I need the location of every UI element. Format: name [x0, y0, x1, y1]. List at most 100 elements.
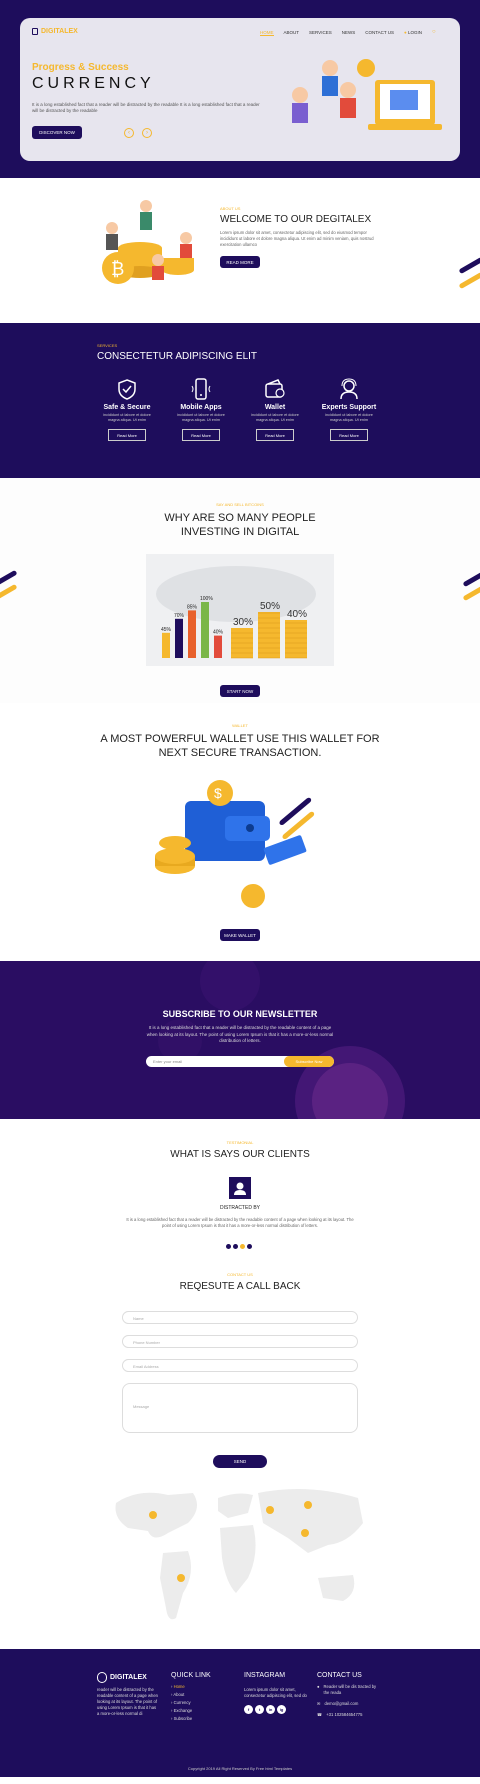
service-desc: incididunt ut labore et dolore magna ali… [325, 413, 373, 423]
wallet-icon [265, 379, 285, 398]
chart-bar [201, 602, 209, 658]
subscribe-label: Subscribe Now [295, 1059, 323, 1064]
mail-icon: ✉ [317, 1701, 321, 1706]
carousel-dot[interactable] [226, 1244, 231, 1249]
brand-name: DIGITALEX [41, 28, 78, 35]
nav-login[interactable]: ● LOGIN [404, 30, 422, 36]
contact-title: REQESUTE A CALL BACK [179, 1281, 301, 1292]
service-read-more-button[interactable]: Read More [330, 429, 368, 442]
service-desc: incididunt ut labore et dolore magna ali… [103, 413, 151, 423]
why-section: SAY AND SELL BITCOINS WHY ARE SO MANY PE… [0, 478, 480, 703]
read-more-button[interactable]: READ MORE [220, 256, 260, 268]
brand-logo[interactable]: DIGITALEX [32, 28, 78, 35]
service-title: Wallet [264, 404, 286, 411]
nav-news[interactable]: NEWS [342, 30, 356, 36]
footer-link-label: Currency [173, 1700, 191, 1705]
bar-label: 45% [161, 627, 172, 633]
email-field[interactable]: Email Address [122, 1359, 358, 1372]
service-card: Mobile Apps incididunt ut labore et dolo… [171, 378, 231, 442]
search-icon[interactable]: ○ [432, 29, 436, 36]
start-now-button[interactable]: START NOW [220, 685, 260, 697]
bar-label: 85% [187, 604, 198, 610]
subscribe-button[interactable]: Subscribe Now [284, 1056, 334, 1067]
message-field[interactable]: Message [122, 1383, 358, 1433]
name-field[interactable]: Name [122, 1311, 358, 1324]
welcome-text: ABOUT US WELCOME TO OUR DEGITALEX Lorem … [220, 206, 380, 268]
make-wallet-button[interactable]: MAKE WALLET [220, 929, 260, 941]
nav-login-label: LOGIN [408, 30, 423, 35]
location-icon: ● [317, 1684, 320, 1689]
testimonial-header: TESTIMONIAL WHAT IS SAYS OUR CLIENTS [0, 1140, 480, 1160]
newsletter-section: SUBSCRIBE TO OUR NEWSLETTER It is a long… [0, 961, 480, 1119]
services-title: CONSECTETUR ADIPISCING ELIT [97, 351, 258, 362]
coin-label: 40% [287, 609, 307, 620]
service-title: Mobile Apps [180, 404, 222, 411]
linkedin-icon[interactable]: in [266, 1705, 275, 1714]
footer-link-about[interactable]: › About [171, 1691, 211, 1699]
support-icon [340, 378, 358, 400]
footer-brand: DIGITALEX [97, 1672, 159, 1683]
user-avatar-icon [234, 1182, 246, 1195]
service-read-more-button[interactable]: Read More [108, 429, 146, 442]
footer-email[interactable]: ✉ demo@gmail.com [317, 1701, 377, 1707]
chart-bar [162, 632, 170, 658]
nav-home[interactable]: HOME [260, 30, 274, 36]
nav-services[interactable]: SERVICES [309, 30, 332, 36]
send-label: SEND [233, 1459, 247, 1464]
newsletter-form: Enter your email Subscribe Now [146, 1056, 334, 1067]
service-title: Safe & Secure [103, 404, 151, 411]
instagram-text: Lorem ipsum dolor sit amet, consectetur … [244, 1687, 307, 1698]
twitter-icon[interactable]: t [255, 1705, 264, 1714]
footer-link-label: Exchange [173, 1708, 193, 1713]
newsletter-content: SUBSCRIBE TO OUR NEWSLETTER It is a long… [0, 1009, 480, 1045]
phone-icon: ☎ [317, 1712, 323, 1717]
nav-about[interactable]: ABOUT [284, 30, 300, 36]
service-read-more-button[interactable]: Read More [182, 429, 220, 442]
hero-section: DIGITALEX HOME ABOUT SERVICES NEWS CONTA… [0, 0, 480, 178]
footer-phone[interactable]: ☎ +31 102584654775 [317, 1712, 377, 1718]
footer-address: ● Reader will be dis tracted by the reada [317, 1684, 377, 1696]
read-more-label: READ MORE [226, 259, 254, 265]
quick-links-list: › Home › About › Currency › Exchange › S… [171, 1683, 211, 1723]
services-section: SERVICES CONSECTETUR ADIPISCING ELIT Saf… [0, 323, 480, 478]
coin-stack [258, 612, 280, 658]
footer-link-exchange[interactable]: › Exchange [171, 1707, 211, 1715]
hero-subtitle: Progress & Success [32, 62, 129, 73]
instagram-icon[interactable]: ig [277, 1705, 286, 1714]
service-card: Experts Support incididunt ut labore et … [319, 378, 379, 442]
nav-contact[interactable]: CONTACT US [365, 30, 394, 36]
welcome-illustration: ₿ [102, 200, 194, 284]
footer-link-home[interactable]: › Home [171, 1683, 211, 1691]
service-title: Experts Support [321, 404, 377, 411]
service-card: Wallet incididunt ut labore et dolore ma… [245, 378, 305, 442]
wallet-tag: WALLET [232, 723, 248, 728]
send-button[interactable]: SEND [213, 1455, 267, 1468]
make-wallet-label: MAKE WALLET [224, 932, 256, 938]
footer: DIGITALEX reader will be distracted by t… [0, 1649, 480, 1777]
shield-icon [118, 379, 136, 400]
testimonial-contact-section: TESTIMONIAL WHAT IS SAYS OUR CLIENTS DIS… [0, 1119, 480, 1649]
email-input[interactable]: Enter your email [153, 1059, 182, 1064]
coin-label: 30% [233, 617, 253, 628]
services-header: SERVICES CONSECTETUR ADIPISCING ELIT [97, 343, 257, 363]
carousel-dot[interactable] [240, 1244, 245, 1249]
wallet-title-line2: NEXT SECURE TRANSACTION. [158, 747, 322, 759]
why-tag: SAY AND SELL BITCOINS [216, 502, 264, 507]
phone-field[interactable]: Phone Number [122, 1335, 358, 1348]
carousel-dot[interactable] [247, 1244, 252, 1249]
investment-chart: 45% 70% 85% 100% 40% 30% 50% 40% [146, 554, 334, 666]
discover-now-button[interactable]: DISCOVER NOW [32, 126, 82, 139]
footer-quick-links: QUICK LINK › Home › About › Currency › E… [171, 1672, 211, 1723]
facebook-icon[interactable]: f [244, 1705, 253, 1714]
email-text: demo@gmail.com [324, 1701, 359, 1706]
user-icon: ● [404, 30, 407, 35]
footer-link-currency[interactable]: › Currency [171, 1699, 211, 1707]
footer-link-subscribe[interactable]: › Subscribe [171, 1715, 211, 1723]
prev-arrow-icon[interactable]: ‹ [124, 128, 134, 138]
carousel-dot[interactable] [233, 1244, 238, 1249]
next-arrow-icon[interactable]: › [142, 128, 152, 138]
discover-label: DISCOVER NOW [39, 130, 75, 135]
logo-icon [32, 28, 38, 35]
service-read-more-button[interactable]: Read More [256, 429, 294, 442]
why-title-line1: WHY ARE SO MANY PEOPLE [164, 512, 316, 524]
